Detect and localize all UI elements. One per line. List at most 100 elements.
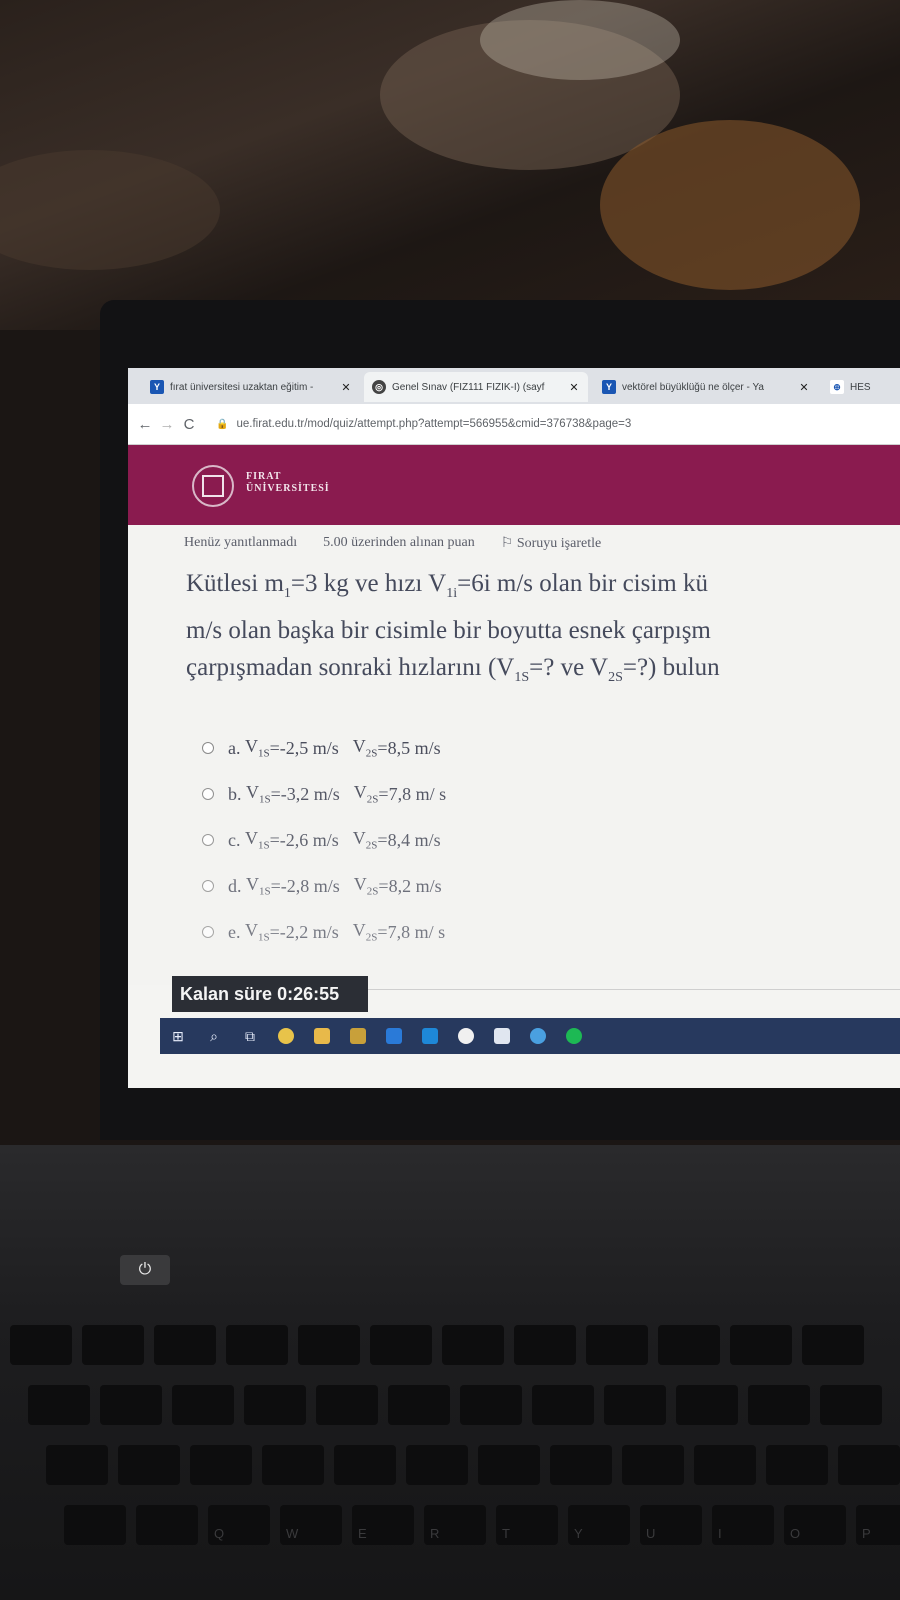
url-field[interactable]: ue.firat.edu.tr/mod/quiz/attempt.php?att… bbox=[236, 418, 631, 430]
question-line-1: Kütlesi m1=3 kg ve hızı V1i=6i m/s olan … bbox=[186, 570, 709, 601]
radio-button[interactable] bbox=[202, 742, 214, 754]
browser-tab-1[interactable]: Y fırat üniversitesi uzaktan eğitim - ✕ bbox=[142, 372, 360, 402]
edge-icon[interactable] bbox=[376, 1018, 412, 1054]
keyboard-key[interactable] bbox=[820, 1385, 882, 1425]
university-name[interactable]: FIRAT ÜNİVERSİTESİ bbox=[246, 471, 330, 495]
keyboard-key[interactable] bbox=[136, 1505, 198, 1545]
equals: = bbox=[270, 875, 281, 896]
browser-tab-2[interactable]: ◎ Genel Sınav (FİZ111 FİZİK-I) (sayf ✕ bbox=[364, 372, 588, 402]
answer-option[interactable]: a. V1S = -2,5 m/s V2S = 8,5 m/s bbox=[202, 725, 446, 771]
equals: = bbox=[377, 737, 388, 758]
radio-button[interactable] bbox=[202, 834, 214, 846]
close-icon[interactable]: ✕ bbox=[796, 381, 812, 394]
keyboard-key[interactable] bbox=[118, 1445, 180, 1485]
keyboard-key[interactable] bbox=[100, 1385, 162, 1425]
keyboard-key[interactable]: R bbox=[424, 1505, 486, 1545]
keyboard-key[interactable] bbox=[622, 1445, 684, 1485]
keyboard-key[interactable]: U bbox=[640, 1505, 702, 1545]
store-icon[interactable] bbox=[340, 1018, 376, 1054]
app-icon[interactable] bbox=[520, 1018, 556, 1054]
radio-button[interactable] bbox=[202, 788, 214, 800]
y-favicon-icon: Y bbox=[150, 380, 164, 394]
yandex-icon[interactable] bbox=[448, 1018, 484, 1054]
back-arrow-icon[interactable]: ← bbox=[134, 416, 156, 433]
keyboard-key[interactable]: E bbox=[352, 1505, 414, 1545]
v1-value: -3,2 m/s bbox=[280, 783, 340, 804]
spotify-icon[interactable] bbox=[556, 1018, 592, 1054]
equals: = bbox=[270, 783, 281, 804]
answer-option[interactable]: e. V1S = -2,2 m/s V2S = 7,8 m/ s bbox=[202, 909, 446, 955]
keyboard-key[interactable] bbox=[64, 1505, 126, 1545]
keyboard-key[interactable] bbox=[748, 1385, 810, 1425]
keyboard-key[interactable] bbox=[532, 1385, 594, 1425]
keyboard-key[interactable]: P bbox=[856, 1505, 900, 1545]
close-icon[interactable]: ✕ bbox=[566, 381, 582, 394]
v2-value: 8,5 m/s bbox=[387, 737, 441, 758]
address-bar: ← → C 🔒 ue.firat.edu.tr/mod/quiz/attempt… bbox=[128, 404, 900, 445]
timer-label: Kalan süre bbox=[180, 983, 273, 1004]
radio-button[interactable] bbox=[202, 926, 214, 938]
keyboard-key[interactable] bbox=[460, 1385, 522, 1425]
answer-option[interactable]: c. V1S = -2,6 m/s V2S = 8,4 m/s bbox=[202, 817, 446, 863]
keyboard-key[interactable] bbox=[442, 1325, 504, 1365]
keyboard-key[interactable] bbox=[370, 1325, 432, 1365]
power-button-icon[interactable]: ⏻ bbox=[120, 1255, 170, 1285]
keyboard-key[interactable] bbox=[676, 1385, 738, 1425]
close-icon[interactable]: ✕ bbox=[338, 381, 354, 394]
answer-option[interactable]: b. V1S = -3,2 m/s V2S = 7,8 m/ s bbox=[202, 771, 446, 817]
keyboard-key[interactable] bbox=[658, 1325, 720, 1365]
keyboard-key[interactable] bbox=[514, 1325, 576, 1365]
keyboard-key[interactable] bbox=[802, 1325, 864, 1365]
keyboard-key[interactable]: Y bbox=[568, 1505, 630, 1545]
box-icon[interactable] bbox=[484, 1018, 520, 1054]
keyboard-key[interactable] bbox=[730, 1325, 792, 1365]
keyboard-key[interactable]: W bbox=[280, 1505, 342, 1545]
y-favicon-icon: Y bbox=[602, 380, 616, 394]
keyboard-key[interactable]: I bbox=[712, 1505, 774, 1545]
keyboard-key[interactable] bbox=[838, 1445, 900, 1485]
keyboard-key[interactable]: Q bbox=[208, 1505, 270, 1545]
keyboard-key[interactable] bbox=[478, 1445, 540, 1485]
globe-favicon-icon: ◎ bbox=[372, 380, 386, 394]
mail-icon[interactable] bbox=[412, 1018, 448, 1054]
browser-tab-4[interactable]: ⊕ HES bbox=[822, 372, 900, 402]
keyboard-key[interactable] bbox=[550, 1445, 612, 1485]
v2-value: 8,4 m/s bbox=[387, 829, 441, 850]
keyboard-key[interactable]: T bbox=[496, 1505, 558, 1545]
answer-option[interactable]: d. V1S = -2,8 m/s V2S = 8,2 m/s bbox=[202, 863, 446, 909]
forward-arrow-icon[interactable]: → bbox=[156, 416, 178, 433]
keyboard-key[interactable] bbox=[154, 1325, 216, 1365]
search-icon[interactable]: ⌕ bbox=[196, 1018, 232, 1054]
browser-tab-3[interactable]: Y vektörel büyüklüğü ne ölçer - Ya ✕ bbox=[594, 372, 818, 402]
keyboard-key[interactable] bbox=[244, 1385, 306, 1425]
keyboard-key[interactable] bbox=[604, 1385, 666, 1425]
keyboard-key[interactable] bbox=[334, 1445, 396, 1485]
keyboard-key[interactable] bbox=[694, 1445, 756, 1485]
keyboard-key[interactable] bbox=[262, 1445, 324, 1485]
keyboard-key[interactable] bbox=[172, 1385, 234, 1425]
laptop-screen: Y fırat üniversitesi uzaktan eğitim - ✕ … bbox=[128, 368, 900, 1088]
keyboard-key[interactable] bbox=[82, 1325, 144, 1365]
flag-label: Soruyu işaretle bbox=[516, 536, 602, 551]
keyboard-key[interactable] bbox=[406, 1445, 468, 1485]
keyboard-key[interactable] bbox=[298, 1325, 360, 1365]
keyboard-key[interactable] bbox=[190, 1445, 252, 1485]
chrome-icon[interactable] bbox=[268, 1018, 304, 1054]
keyboard-key[interactable] bbox=[586, 1325, 648, 1365]
keyboard-key[interactable] bbox=[46, 1445, 108, 1485]
radio-button[interactable] bbox=[202, 880, 214, 892]
file-explorer-icon[interactable] bbox=[304, 1018, 340, 1054]
keyboard-key[interactable] bbox=[28, 1385, 90, 1425]
keyboard-key[interactable] bbox=[226, 1325, 288, 1365]
keyboard-key[interactable] bbox=[10, 1325, 72, 1365]
keyboard-key[interactable]: O bbox=[784, 1505, 846, 1545]
keyboard-key[interactable] bbox=[388, 1385, 450, 1425]
university-seal-icon[interactable] bbox=[192, 465, 234, 507]
keyboard-key[interactable] bbox=[766, 1445, 828, 1485]
keyboard-key[interactable] bbox=[316, 1385, 378, 1425]
v2-value: 7,8 m/ s bbox=[387, 921, 446, 942]
flag-question-link[interactable]: ⚐ Soruyu işaretle bbox=[501, 535, 601, 552]
windows-start-icon[interactable]: ⊞ bbox=[160, 1018, 196, 1054]
reload-icon[interactable]: C bbox=[178, 416, 200, 433]
task-view-icon[interactable]: ⧉ bbox=[232, 1018, 268, 1054]
